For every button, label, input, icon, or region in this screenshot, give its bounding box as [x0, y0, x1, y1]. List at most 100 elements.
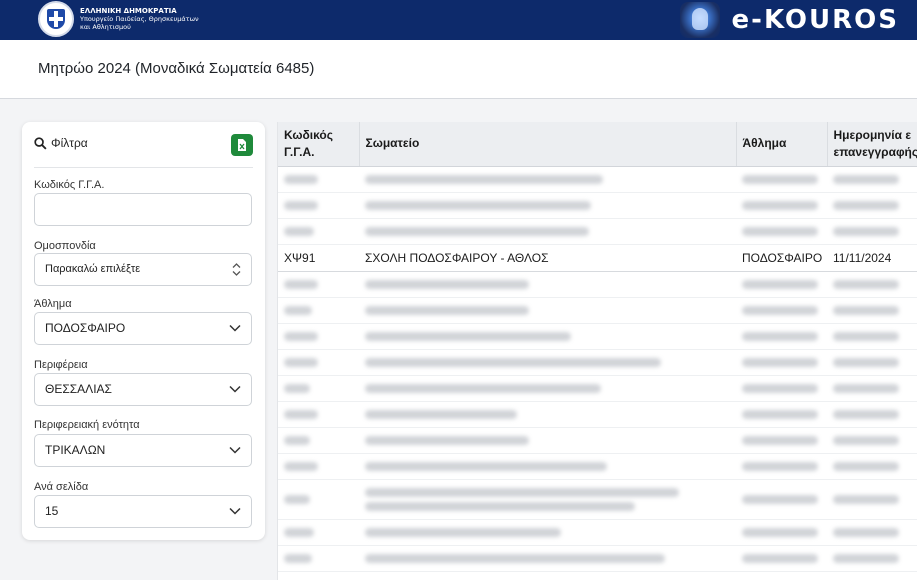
- column-header-code-line2: Γ.Γ.Α.: [284, 144, 315, 159]
- brand[interactable]: e-KOUROS: [679, 0, 899, 40]
- table-row-blurred[interactable]: [278, 427, 917, 454]
- blurred-text: [833, 279, 899, 289]
- table-row-blurred[interactable]: [278, 453, 917, 480]
- table-row-blurred[interactable]: [278, 479, 917, 520]
- blurred-text: [365, 305, 529, 315]
- blurred-text: [742, 553, 818, 563]
- blurred-text: [365, 226, 589, 236]
- column-header-date[interactable]: Ημερομηνία ε επανεγγραφής: [827, 122, 917, 167]
- table-header-row: Κωδικός Γ.Γ.Α. Σωματείο Άθλημα Ημερομηνία…: [278, 122, 917, 167]
- region-select[interactable]: ΘΕΣΣΑΛΙΑΣ: [34, 373, 252, 406]
- filters-title: Φίλτρα: [34, 136, 88, 150]
- cell-sport: ΠΟΔΟΣΦΑΙΡΟ: [736, 243, 827, 272]
- blurred-text: [742, 409, 818, 419]
- table-row-blurred[interactable]: [278, 349, 917, 376]
- federation-select[interactable]: Παρακαλώ επιλέξτε: [34, 253, 252, 286]
- blurred-text: [284, 174, 318, 184]
- blurred-text: [833, 553, 899, 563]
- gov-line-1: ΕΛΛΗΝΙΚΗ ΔΗΜΟΚΡΑΤΙΑ: [80, 7, 177, 15]
- blurred-text: [833, 494, 899, 504]
- results-table: Κωδικός Γ.Γ.Α. Σωματείο Άθλημα Ημερομηνία…: [278, 122, 917, 572]
- blurred-text: [742, 527, 818, 537]
- column-header-sport[interactable]: Άθλημα: [736, 122, 828, 167]
- filters-panel: Φίλτρα Κωδικός Γ.Γ.Α. Ομοσπονδία Παρακαλ…: [22, 122, 265, 540]
- chevron-updown-icon: [232, 263, 241, 276]
- gov-logo-group[interactable]: ΕΛΛΗΝΙΚΗ ΔΗΜΟΚΡΑΤΙΑ Υπουργείο Παιδείας, …: [38, 0, 199, 38]
- federation-label: Ομοσπονδία: [34, 240, 96, 252]
- export-excel-button[interactable]: [231, 134, 253, 156]
- column-header-code-line1: Κωδικός: [284, 127, 334, 142]
- blurred-text: [742, 305, 818, 315]
- blurred-text: [284, 305, 312, 315]
- table-row-blurred[interactable]: [278, 375, 917, 402]
- blurred-text: [284, 331, 318, 341]
- blurred-text: [365, 174, 603, 184]
- sport-label: Άθλημα: [34, 298, 72, 310]
- blurred-text: [284, 357, 318, 367]
- blurred-text: [365, 200, 591, 210]
- blurred-text: [833, 305, 899, 315]
- blurred-text: [833, 527, 899, 537]
- blurred-text: [833, 226, 899, 236]
- blurred-text: [742, 461, 818, 471]
- blurred-text: [365, 501, 635, 511]
- table-row-blurred[interactable]: [278, 166, 917, 193]
- federation-value: Παρακαλώ επιλέξτε: [45, 263, 141, 275]
- excel-export-icon: [238, 139, 246, 151]
- blurred-text: [284, 200, 318, 210]
- unit-label: Περιφερειακή ενότητα: [34, 419, 140, 431]
- blurred-text: [742, 494, 818, 504]
- blurred-text: [365, 527, 561, 537]
- table-row-blurred[interactable]: [278, 323, 917, 350]
- table-row-blurred[interactable]: [278, 218, 917, 245]
- blurred-text: [284, 527, 314, 537]
- blurred-text: [284, 494, 310, 504]
- code-input[interactable]: [34, 193, 252, 226]
- blurred-text: [284, 226, 314, 236]
- table-row-blurred[interactable]: [278, 192, 917, 219]
- cell-club: ΣΧΟΛΗ ΠΟΔΟΣΦΑΙΡΟΥ - ΑΘΛΟΣ: [359, 243, 736, 272]
- table-row-blurred[interactable]: [278, 519, 917, 546]
- blurred-text: [833, 461, 899, 471]
- brand-name: e-KOUROS: [731, 5, 899, 35]
- code-label: Κωδικός Γ.Γ.Α.: [34, 179, 105, 191]
- table-row-blurred[interactable]: [278, 401, 917, 428]
- sport-value: ΠΟΔΟΣΦΑΙΡΟ: [45, 321, 126, 335]
- perpage-select[interactable]: 15: [34, 495, 252, 528]
- blurred-text: [833, 409, 899, 419]
- blurred-text: [742, 331, 818, 341]
- table-row-blurred[interactable]: [278, 545, 917, 572]
- top-bar: ΕΛΛΗΝΙΚΗ ΔΗΜΟΚΡΑΤΙΑ Υπουργείο Παιδείας, …: [0, 0, 917, 40]
- blurred-text: [365, 357, 661, 367]
- blurred-text: [833, 331, 899, 341]
- column-header-date-line1: Ημερομηνία ε: [833, 127, 912, 142]
- blurred-text: [284, 461, 318, 471]
- blurred-text: [742, 174, 818, 184]
- kouros-mask-icon: [679, 2, 720, 38]
- page-header: Μητρώο 2024 (Μοναδικά Σωματεία 6485): [0, 40, 917, 99]
- chevron-down-icon: [229, 385, 241, 393]
- column-header-club[interactable]: Σωματείο: [359, 122, 737, 167]
- sport-select[interactable]: ΠΟΔΟΣΦΑΙΡΟ: [34, 312, 252, 345]
- unit-value: ΤΡΙΚΑΛΩΝ: [45, 443, 106, 457]
- table-row-blurred[interactable]: [278, 271, 917, 298]
- search-icon: [34, 136, 47, 150]
- blurred-text: [742, 435, 818, 445]
- blurred-text: [742, 383, 818, 393]
- blurred-text: [742, 226, 818, 236]
- filters-title-text: Φίλτρα: [51, 136, 88, 150]
- unit-select[interactable]: ΤΡΙΚΑΛΩΝ: [34, 434, 252, 467]
- blurred-text: [284, 383, 310, 393]
- blurred-text: [284, 409, 318, 419]
- page-title: Μητρώο 2024 (Μοναδικά Σωματεία 6485): [38, 60, 315, 77]
- blurred-text: [742, 200, 818, 210]
- blurred-text: [833, 357, 899, 367]
- table-row-blurred[interactable]: [278, 297, 917, 324]
- blurred-text: [833, 383, 899, 393]
- blurred-text: [365, 487, 679, 497]
- greek-crest-icon: [38, 1, 74, 37]
- table-row[interactable]: ΧΨ91 ΣΧΟΛΗ ΠΟΔΟΣΦΑΙΡΟΥ - ΑΘΛΟΣ ΠΟΔΟΣΦΑΙΡ…: [278, 243, 917, 272]
- results-table-container: Κωδικός Γ.Γ.Α. Σωματείο Άθλημα Ημερομηνία…: [277, 122, 917, 580]
- blurred-text: [833, 200, 899, 210]
- column-header-code[interactable]: Κωδικός Γ.Γ.Α.: [278, 122, 360, 167]
